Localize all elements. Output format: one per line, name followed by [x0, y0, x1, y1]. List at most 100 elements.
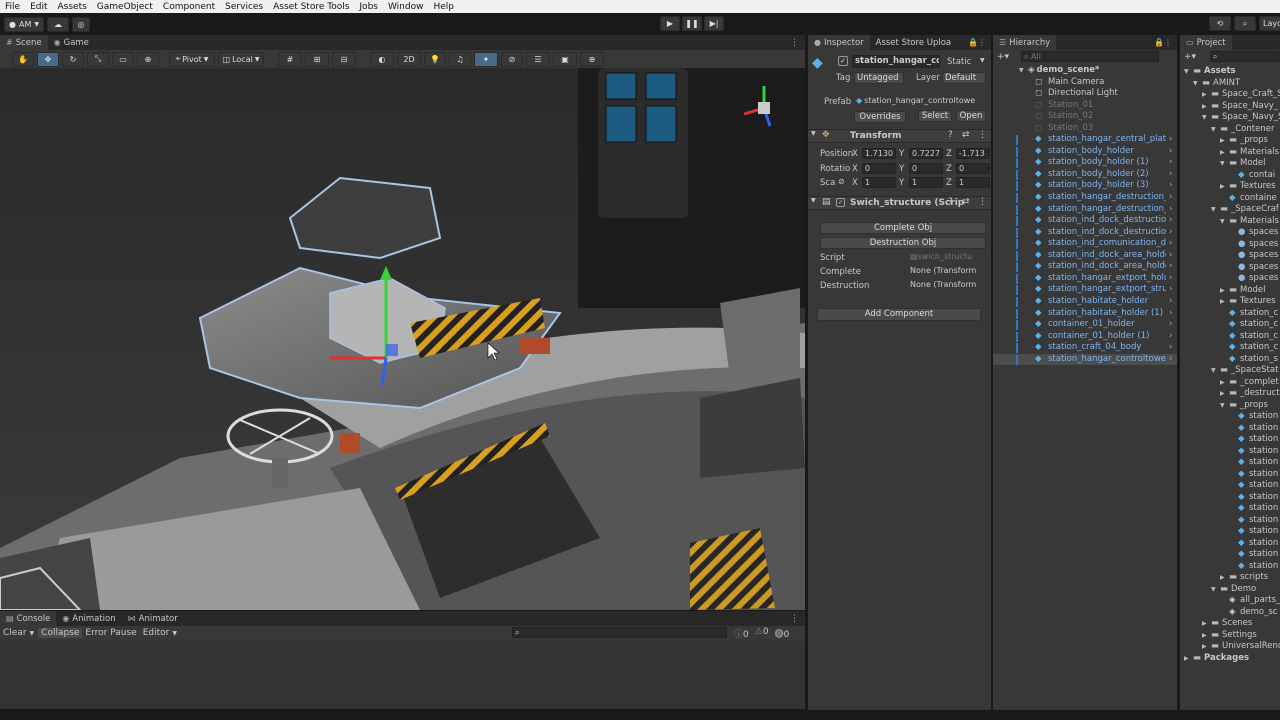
hierarchy-item[interactable]: ◆ station_hangar_extport_struct › [993, 284, 1177, 296]
hierarchy-item[interactable]: ◆ station_ind_comunication_dis › [993, 238, 1177, 250]
lighting-toggle[interactable]: 💡 [424, 51, 446, 67]
project-item[interactable]: ◆ station [1180, 538, 1280, 550]
hierarchy-item[interactable]: ◆ station_ind_dock_area_holder › [993, 250, 1177, 262]
object-name-field[interactable]: station_hangar_co [852, 55, 940, 68]
hierarchy-item[interactable]: ◆ station_body_holder (2) › [993, 169, 1177, 181]
preset-icon[interactable]: ⇄ [962, 130, 970, 140]
error-pause-toggle[interactable]: Error Pause [82, 628, 139, 638]
project-item[interactable]: ◆ station [1180, 503, 1280, 515]
project-item[interactable]: ▶ ▬ _props [1180, 135, 1280, 147]
hierarchy-item[interactable]: ◆ station_hangar_extport_holde › [993, 273, 1177, 285]
layer-dropdown[interactable]: Default [942, 72, 986, 84]
chevron-right-icon[interactable]: › [1169, 331, 1172, 343]
project-item[interactable]: ● spaces [1180, 239, 1280, 251]
chevron-right-icon[interactable]: › [1169, 157, 1172, 169]
project-item[interactable]: ◆ station_c [1180, 319, 1280, 331]
more-options-icon[interactable]: ⋮ [790, 614, 799, 624]
project-item[interactable]: ▼ ▬ Model [1180, 158, 1280, 170]
play-button[interactable]: ▶ [660, 16, 680, 31]
chevron-right-icon[interactable]: › [1169, 238, 1172, 250]
chevron-right-icon[interactable]: ▶ [1202, 618, 1207, 630]
chevron-right-icon[interactable]: ▶ [1220, 377, 1225, 389]
chevron-right-icon[interactable]: › [1169, 146, 1172, 158]
tab-scene[interactable]: # Scene [0, 35, 48, 50]
chevron-right-icon[interactable]: › [1169, 192, 1172, 204]
project-item[interactable]: ▼ ▬ Demo [1180, 584, 1280, 596]
hierarchy-item[interactable]: ◆ station_ind_dock_destruction › [993, 227, 1177, 239]
project-item[interactable]: ▼ ▬ _SpaceStat [1180, 365, 1280, 377]
project-item[interactable]: ◆ containe [1180, 193, 1280, 205]
project-item[interactable]: ▶ ▬ Model [1180, 285, 1280, 297]
chevron-right-icon[interactable]: ▶ [1220, 285, 1225, 297]
tag-dropdown[interactable]: Untagged [854, 72, 904, 84]
add-component-button[interactable]: Add Component [817, 308, 981, 321]
tab-game[interactable]: ◉ Game [48, 35, 95, 50]
project-item[interactable]: ▶ ▬UniversalRender [1180, 641, 1280, 653]
console-log-area[interactable] [0, 641, 805, 709]
hierarchy-item[interactable]: ◆ station_hangar_controltower_ › [993, 353, 1177, 366]
chevron-right-icon[interactable]: › [1169, 308, 1172, 320]
destruction-obj-button[interactable]: Destruction Obj [820, 237, 986, 249]
effects-dropdown[interactable]: ✦ [474, 51, 498, 67]
add-button[interactable]: +▾ [993, 52, 1013, 62]
tab-animator[interactable]: ⋈ Animator [122, 611, 184, 626]
hidden-toggle[interactable]: ⊘ [501, 51, 523, 67]
project-item[interactable]: ▼ ▬ Materials [1180, 216, 1280, 228]
hierarchy-item[interactable]: ◻ Station_01 [993, 100, 1177, 112]
project-item[interactable]: ◆ station [1180, 480, 1280, 492]
hierarchy-item[interactable]: ◆ station_body_holder (1) › [993, 157, 1177, 169]
hierarchy-item[interactable]: ◆ container_01_holder › [993, 319, 1177, 331]
rotation-x-field[interactable]: 0 [862, 163, 896, 174]
tab-console[interactable]: ▤ Console [0, 611, 57, 626]
menu-item-help[interactable]: Help [428, 2, 459, 12]
project-item[interactable]: ◆ station [1180, 549, 1280, 561]
chevron-down-icon[interactable]: ▼ [1211, 124, 1216, 136]
project-item[interactable]: ◆ station_c [1180, 342, 1280, 354]
scale-tool-button[interactable]: ⤡ [87, 51, 109, 67]
tab-animation[interactable]: ◉ Animation [56, 611, 121, 626]
hierarchy-item[interactable]: ◆ station_habitate_holder (1) › [993, 308, 1177, 320]
rotate-tool-button[interactable]: ↻ [62, 51, 84, 67]
collapse-toggle[interactable]: Collapse [38, 628, 83, 638]
scale-axis-label[interactable]: Y [899, 178, 904, 188]
chevron-down-icon[interactable]: ▼ [1184, 66, 1189, 78]
project-search-input[interactable]: ⌕ [1210, 51, 1280, 62]
project-item[interactable]: ▶ ▬ _destruct [1180, 388, 1280, 400]
more-options-icon[interactable]: ⋮ [978, 197, 987, 207]
project-item[interactable]: ▶ ▬ scripts [1180, 572, 1280, 584]
tab-inspector[interactable]: ● Inspector [808, 35, 870, 50]
menu-item-gameobject[interactable]: GameObject [92, 2, 158, 12]
warning-count[interactable]: ⚠0 [755, 627, 769, 640]
hierarchy-item[interactable]: ◆ station_craft_04_body › [993, 342, 1177, 354]
tab-asset-store-upload[interactable]: Asset Store Uploa [870, 35, 958, 50]
chevron-right-icon[interactable]: ▶ [1202, 89, 1207, 101]
project-item[interactable]: ◆ station [1180, 446, 1280, 458]
hierarchy-search-input[interactable]: ⌕ All [1021, 51, 1159, 62]
chevron-right-icon[interactable]: › [1169, 250, 1172, 262]
chevron-down-icon[interactable]: ▼ [1202, 112, 1207, 124]
transform-tool-button[interactable]: ⊕ [137, 51, 159, 67]
hierarchy-item[interactable]: ◆ station_habitate_holder › [993, 296, 1177, 308]
scene-viewport[interactable] [0, 68, 805, 610]
increment-snap-button[interactable]: ⊞ [305, 51, 329, 67]
project-item[interactable]: ◆ station [1180, 423, 1280, 435]
audio-toggle[interactable]: ♫ [449, 51, 471, 67]
menu-item-edit[interactable]: Edit [25, 2, 52, 12]
chevron-down-icon[interactable]: ▼ [1211, 365, 1216, 377]
menu-item-services[interactable]: Services [220, 2, 268, 12]
vertex-snap-button[interactable]: ⊟ [332, 51, 356, 67]
pause-button[interactable]: ❚❚ [682, 16, 702, 31]
project-item[interactable]: ● spaces [1180, 262, 1280, 274]
rotation-axis-label[interactable]: Y [899, 164, 904, 174]
position-axis-label[interactable]: Z [946, 149, 952, 159]
console-search-input[interactable]: ⌕ [512, 627, 727, 638]
chevron-right-icon[interactable]: › [1169, 227, 1172, 239]
hand-tool-button[interactable]: ✋ [12, 51, 34, 67]
hierarchy-item[interactable]: ◆ station_body_holder › [993, 146, 1177, 158]
script-enabled-checkbox[interactable]: ✓ [836, 198, 845, 207]
select-prefab-button[interactable]: Select [918, 110, 952, 122]
chevron-down-icon[interactable]: ▼ [1211, 584, 1216, 596]
hierarchy-item[interactable]: ◻ Directional Light [993, 88, 1177, 100]
layers-dropdown[interactable]: ☰ [526, 51, 550, 67]
prefab-asset-field[interactable]: ◆ station_hangar_controltowe [854, 96, 986, 107]
